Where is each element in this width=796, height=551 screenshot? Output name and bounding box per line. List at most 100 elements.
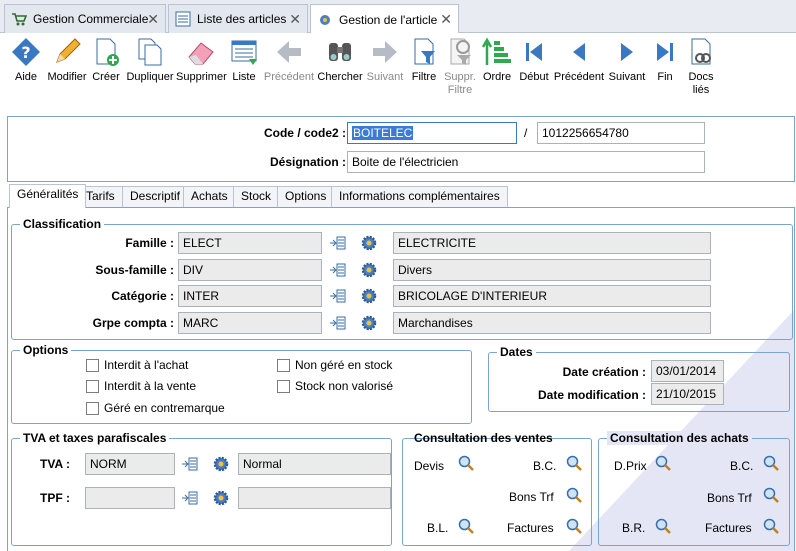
sous-famille-code-input[interactable]: DIV <box>178 259 322 281</box>
select-list-icon[interactable] <box>182 457 198 471</box>
tab-informations-complementaires[interactable]: Informations complémentaires <box>331 186 508 207</box>
magnifier-icon[interactable] <box>458 518 474 534</box>
tva-label: TVA : <box>40 457 70 471</box>
code2-input[interactable]: 1012256654780 <box>537 122 705 144</box>
designation-input[interactable]: Boite de l'électricien <box>347 151 705 173</box>
docs-lies-button[interactable]: Docs liés <box>682 36 720 97</box>
grpe-compta-code-input[interactable]: MARC <box>178 312 322 334</box>
filtre-button[interactable]: Filtre <box>406 36 442 84</box>
arrow-right-icon <box>373 41 397 63</box>
window-tab-gestion-article[interactable]: Gestion de l'article ✕ <box>310 4 459 34</box>
tva-code-input[interactable]: NORM <box>85 453 175 475</box>
fin-button[interactable]: Fin <box>648 36 682 84</box>
magnifier-icon[interactable] <box>566 487 582 503</box>
date-creation-label: Date création : <box>562 365 646 379</box>
gere-contremarque-checkbox[interactable]: Géré en contremarque <box>86 401 225 415</box>
modifier-button[interactable]: Modifier <box>46 36 88 84</box>
options-group: Options <box>11 343 472 424</box>
categorie-label: Catégorie : <box>111 289 174 303</box>
consultation-achats-title: Consultation des achats <box>607 431 752 445</box>
chercher-button[interactable]: Chercher <box>316 36 364 84</box>
select-list-icon[interactable] <box>330 263 346 277</box>
ventes-devis-label: Devis <box>414 459 445 473</box>
tab-options[interactable]: Options <box>277 186 335 207</box>
precedent-record-button[interactable]: Précédent <box>552 36 606 84</box>
options-title: Options <box>20 343 72 357</box>
stock-non-valorise-checkbox[interactable]: Stock non valorisé <box>277 379 393 393</box>
magnifier-icon[interactable] <box>763 455 779 471</box>
magnifier-icon[interactable] <box>763 487 779 503</box>
suppr-filtre-button[interactable]: Suppr. Filtre <box>442 36 478 97</box>
list-icon <box>231 40 257 65</box>
liste-button[interactable]: Liste <box>226 36 262 84</box>
ventes-bons-trf-label: Bons Trf <box>509 490 554 504</box>
date-modification-label: Date modification : <box>537 388 646 402</box>
tab-generalites[interactable]: Généralités <box>9 184 87 208</box>
select-list-icon[interactable] <box>330 236 346 250</box>
new-document-icon <box>96 38 119 66</box>
famille-code-input[interactable]: ELECT <box>178 232 322 254</box>
gear-icon[interactable] <box>361 235 377 251</box>
window-tab-gestion-commerciale[interactable]: Gestion Commerciale ✕ <box>4 4 166 33</box>
eraser-icon <box>188 42 214 65</box>
ventes-bc-label: B.C. <box>533 459 557 473</box>
magnifier-icon[interactable] <box>655 455 671 471</box>
help-icon: ? <box>12 38 40 66</box>
ordre-button[interactable]: Ordre <box>478 36 516 84</box>
previous-icon <box>573 43 585 61</box>
toolbar: ? Aide Modifier Créer Dupliquer Supprime… <box>0 33 796 111</box>
aide-button[interactable]: ? Aide <box>6 36 46 84</box>
creer-button[interactable]: Créer <box>88 36 124 84</box>
close-icon[interactable]: ✕ <box>440 11 452 28</box>
duplicate-icon <box>138 38 162 66</box>
gear-icon[interactable] <box>213 456 229 472</box>
achats-dprix-label: D.Prix <box>614 459 647 473</box>
select-list-icon[interactable] <box>330 316 346 330</box>
code-input[interactable]: BOITELEC <box>347 122 517 144</box>
classification-title: Classification <box>20 217 105 231</box>
famille-desc-input: ELECTRICITE <box>393 232 711 254</box>
binoculars-icon <box>329 43 351 61</box>
suivant-button[interactable]: Suivant <box>364 36 406 84</box>
debut-button[interactable]: Début <box>516 36 552 84</box>
magnifier-icon[interactable] <box>763 518 779 534</box>
supprimer-button[interactable]: Supprimer <box>176 36 227 84</box>
select-list-icon[interactable] <box>182 491 198 505</box>
tpf-label: TPF : <box>40 491 70 505</box>
magnifier-icon[interactable] <box>458 455 474 471</box>
categorie-desc-input: BRICOLAGE D'INTERIEUR <box>393 285 711 307</box>
gear-icon[interactable] <box>361 262 377 278</box>
tab-descriptif[interactable]: Descriptif <box>122 186 189 207</box>
interdit-vente-checkbox[interactable]: Interdit à la vente <box>86 379 196 393</box>
categorie-code-input[interactable]: INTER <box>178 285 322 307</box>
close-icon[interactable]: ✕ <box>147 11 159 28</box>
gear-icon[interactable] <box>213 490 229 506</box>
magnifier-icon[interactable] <box>655 518 671 534</box>
dates-group: Dates <box>488 345 790 412</box>
sort-icon <box>482 37 511 65</box>
tab-achats[interactable]: Achats <box>183 186 236 207</box>
tab-stock[interactable]: Stock <box>233 186 280 207</box>
interdit-achat-checkbox[interactable]: Interdit à l'achat <box>86 358 188 372</box>
tpf-code-input[interactable] <box>85 487 175 509</box>
close-icon[interactable]: ✕ <box>289 11 301 28</box>
magnifier-icon[interactable] <box>566 518 582 534</box>
famille-label: Famille : <box>125 236 174 250</box>
gear-icon[interactable] <box>361 315 377 331</box>
magnifier-icon[interactable] <box>566 455 582 471</box>
select-list-icon[interactable] <box>330 289 346 303</box>
tab-label: Liste des articles <box>197 12 287 26</box>
tpf-desc-input <box>238 487 391 509</box>
designation-label: Désignation : <box>269 155 346 169</box>
consultation-ventes-title: Consultation des ventes <box>414 431 553 445</box>
grpe-compta-label: Grpe compta : <box>92 316 174 330</box>
suivant-record-button[interactable]: Suivant <box>606 36 648 84</box>
achats-br-label: B.R. <box>622 521 646 535</box>
dupliquer-button[interactable]: Dupliquer <box>124 36 176 84</box>
precedent-button[interactable]: Précédent <box>262 36 316 84</box>
window-tab-liste-articles[interactable]: Liste des articles ✕ <box>168 4 308 33</box>
gear-icon <box>320 14 330 25</box>
tab-label: Gestion de l'article <box>339 12 438 27</box>
gear-icon[interactable] <box>361 288 377 304</box>
non-gere-stock-checkbox[interactable]: Non géré en stock <box>277 358 392 372</box>
